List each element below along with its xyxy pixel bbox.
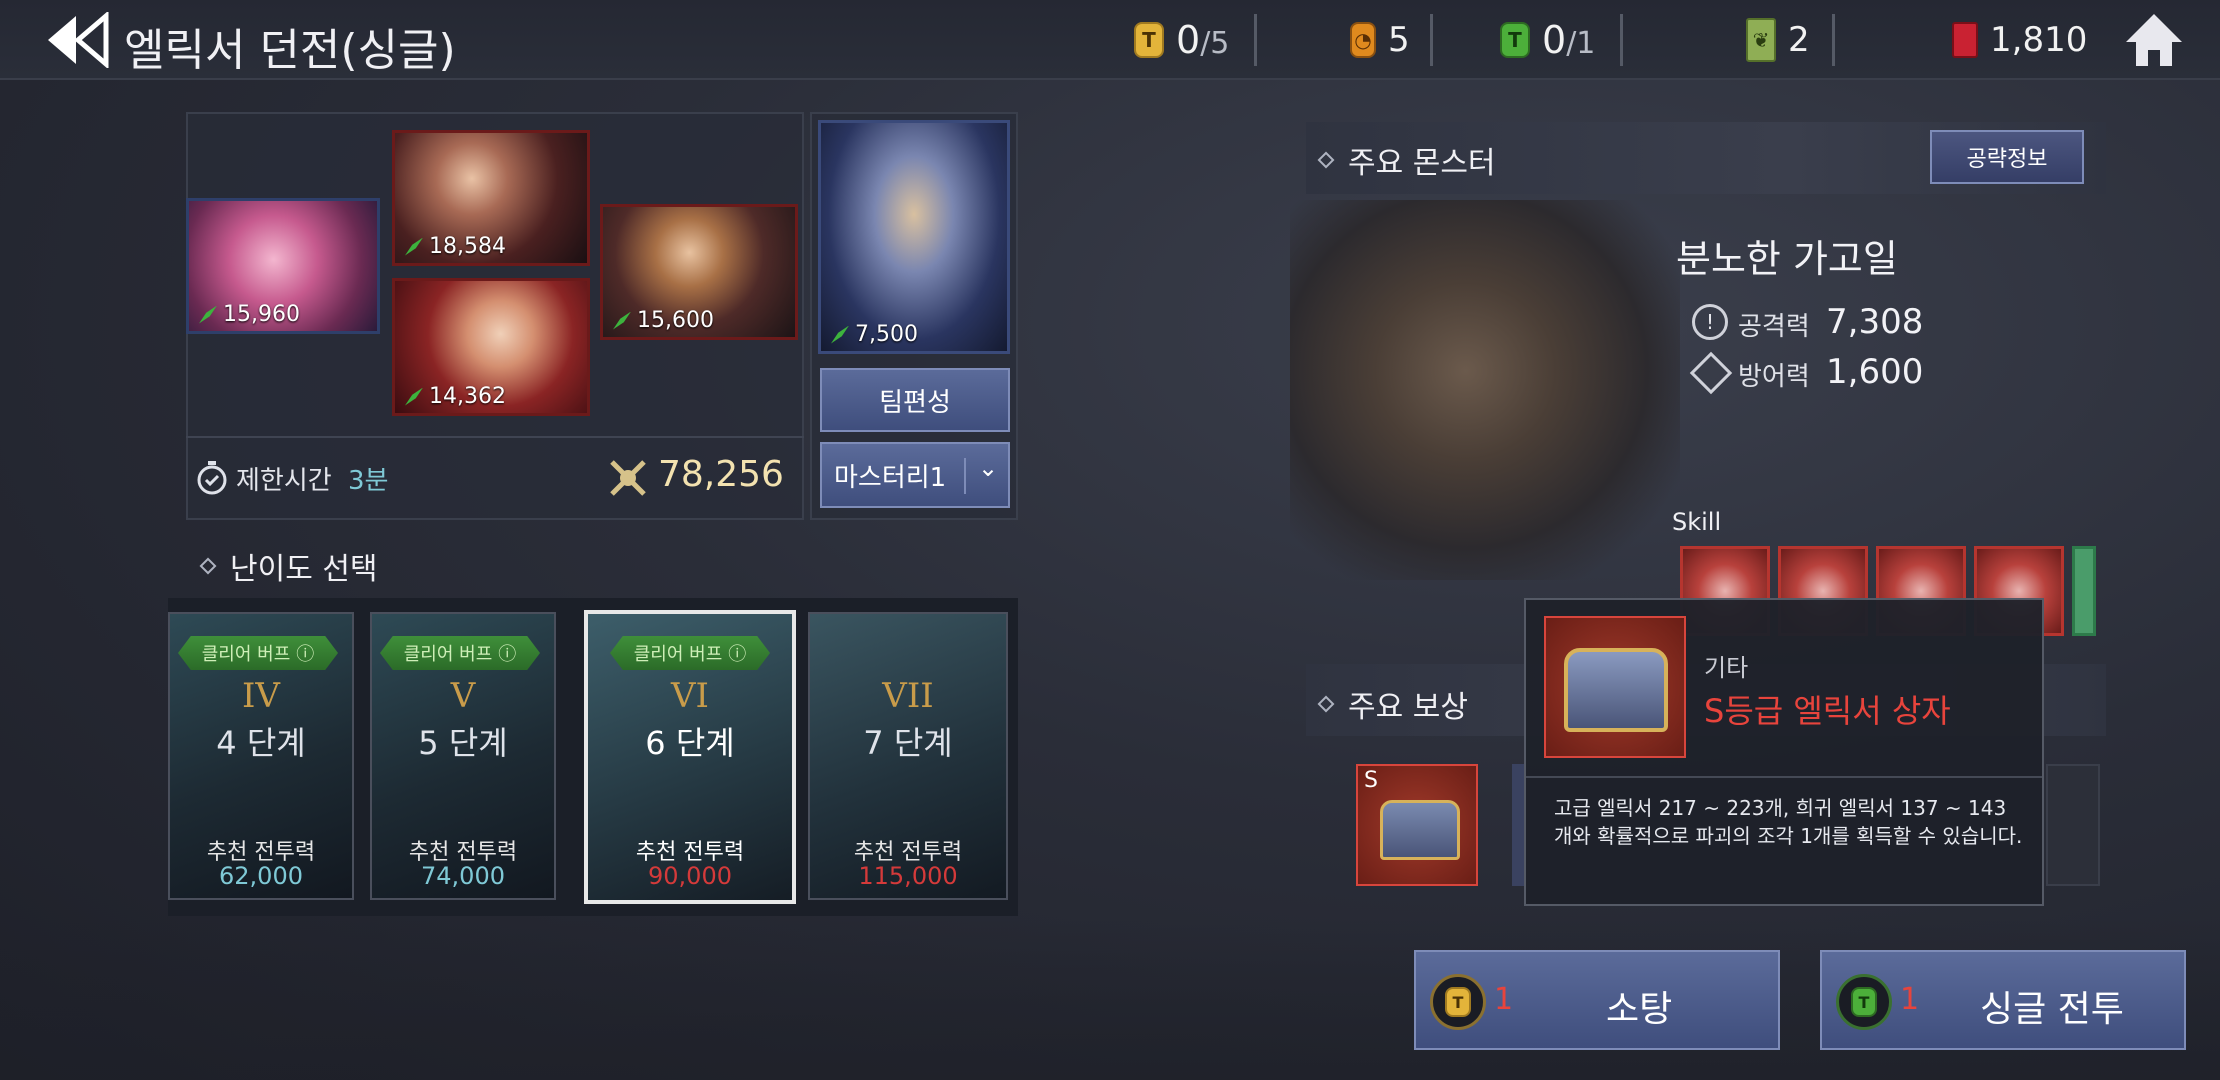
sweep-label: 소탕 [1606,989,1673,1030]
power-label: 15,600 [613,308,714,333]
green-ticket-icon: T [1836,974,1892,1030]
green-ticket-icon: T [1500,22,1530,58]
gold-ticket-icon: T [1134,22,1164,58]
difficulty-section-title: 난이도 선택 [199,544,378,588]
mastery-label: 마스터리1 [834,462,947,493]
divider [1430,14,1433,66]
home-icon[interactable] [2124,12,2184,68]
item-tooltip: 기타 S등급 엘릭서 상자 고급 엘릭서 217 ~ 223개, 희귀 엘릭서 … [1524,598,2044,906]
spear-icon [405,387,423,406]
clear-buff-badge: 클리어 버프 ⓘ [178,636,338,670]
page-title: 엘릭서 던전(싱글) [124,25,456,76]
divider [1526,776,2042,778]
defense-icon [1689,351,1733,395]
difficulty-card-v[interactable]: 클리어 버프 ⓘ V 5 단계 추천 전투력 74,000 [370,612,556,900]
red-gem-counter: 1,810 [1952,14,2087,66]
tooltip-description: 고급 엘릭서 217 ~ 223개, 희귀 엘릭서 137 ~ 143개와 확률… [1554,796,2023,848]
hero-card-1[interactable]: 15,960 [186,198,380,334]
sweep-cost: 1 [1494,982,1514,1017]
defense-value: 1,600 [1826,352,1924,392]
hero-card-4[interactable]: 15,600 [600,204,798,340]
treasure-chest-icon [1564,648,1668,732]
gargoyle-portrait [1290,200,1680,580]
info-icon: ⓘ [296,644,315,665]
attack-icon: ! [1692,304,1728,340]
total-power: 78,256 [658,454,784,495]
battle-cost: 1 [1900,982,1920,1017]
green-card-counter: ❦ 2 [1746,14,1810,66]
diamond-icon [1317,695,1335,713]
tooltip-item-frame [1544,616,1686,758]
power-label: 14,362 [405,384,506,409]
skill-label: Skill [1672,508,1722,536]
battle-power-icon [608,458,648,498]
reward-section-title: 주요 보상 [1317,682,1468,726]
green-card-icon: ❦ [1746,18,1776,62]
edit-team-button[interactable]: 팀편성 [820,368,1010,432]
difficulty-card-iv[interactable]: 클리어 버프 ⓘ IV 4 단계 추천 전투력 62,000 [168,612,354,900]
difficulty-card-vi-selected[interactable]: 클리어 버프 ⓘ VI 6 단계 추천 전투력 90,000 [584,610,796,904]
tooltip-category: 기타 [1704,654,1749,682]
stopwatch-icon [196,460,228,496]
leader-card[interactable]: 7,500 [818,120,1010,354]
attack-label: 공격력 [1738,312,1810,342]
skill-icon-5[interactable] [2072,546,2096,636]
mastery-dropdown[interactable]: 마스터리1 ⌄ [820,442,1010,508]
time-limit-label: 제한시간 [236,466,332,496]
monster-section-title: 주요 몬스터 [1317,138,1496,182]
difficulty-card-vii[interactable]: VII 7 단계 추천 전투력 115,000 [808,612,1008,900]
back-icon[interactable] [44,10,110,70]
monster-name: 분노한 가고일 [1676,237,1898,281]
divider [1254,14,1257,66]
tooltip-item-name: S등급 엘릭서 상자 [1704,692,1951,730]
treasure-chest-icon [1380,800,1460,860]
divider [1620,14,1623,66]
clear-buff-badge: 클리어 버프 ⓘ [380,636,540,670]
strategy-info-button[interactable]: 공략정보 [1930,130,2084,184]
info-icon: ⓘ [498,644,517,665]
clear-buff-badge: 클리어 버프 ⓘ [610,636,770,670]
single-battle-label: 싱글 전투 [1980,989,2124,1030]
defense-label: 방어력 [1738,362,1810,392]
chevron-down-icon: ⌄ [978,454,999,482]
info-icon: ⓘ [728,644,747,665]
sweep-button[interactable]: T 1 소탕 [1414,950,1780,1050]
gold-ticket-counter: T 0/5 [1134,14,1229,66]
red-gem-icon [1952,22,1978,58]
time-limit-value: 3분 [348,466,389,496]
reward-item-partial[interactable] [2046,764,2100,886]
spear-icon [199,305,217,324]
power-label: 15,960 [199,302,300,327]
attack-value: 7,308 [1826,302,1924,342]
divider [1832,14,1835,66]
reward-item-s-chest[interactable]: S [1356,764,1478,886]
hero-card-3[interactable]: 14,362 [392,278,590,416]
green-ticket-counter: T 0/1 [1500,14,1595,66]
orange-ticket-counter: ◔ 5 [1350,14,1410,66]
diamond-icon [199,557,217,575]
single-battle-button[interactable]: T 1 싱글 전투 [1820,950,2186,1050]
hero-card-2[interactable]: 18,584 [392,130,590,266]
spear-icon [613,311,631,330]
spear-icon [831,325,849,344]
diamond-icon [1317,151,1335,169]
divider [964,458,966,494]
orange-ticket-icon: ◔ [1350,22,1376,58]
divider [186,436,804,438]
spear-icon [405,237,423,256]
power-label: 7,500 [831,322,918,347]
gold-ticket-icon: T [1430,974,1486,1030]
power-label: 18,584 [405,234,506,259]
